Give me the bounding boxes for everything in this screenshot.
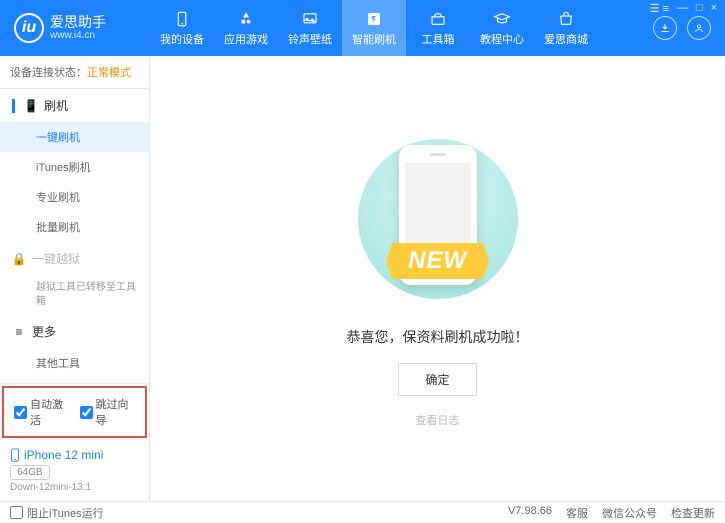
minimize-icon[interactable]: —: [677, 2, 688, 15]
check-auto-activate[interactable]: 自动激活: [14, 396, 70, 428]
device-info: Down-12mini-13,1: [10, 482, 139, 493]
nav-my-device[interactable]: 我的设备: [150, 0, 214, 56]
menu-head-flash[interactable]: 📱 刷机: [0, 89, 149, 122]
menu-group-more: ≡ 更多 其他工具 下载固件 高级功能: [0, 315, 149, 383]
lock-icon: 🔒: [12, 252, 26, 266]
nav-store[interactable]: 爱思商城: [534, 0, 598, 56]
sidebar: 设备连接状态：正常模式 📱 刷机 一键刷机 iTunes刷机 专业刷机 批量刷机…: [0, 56, 150, 501]
maximize-icon[interactable]: □: [696, 2, 703, 15]
menu-item-other-tools[interactable]: 其他工具: [0, 348, 149, 378]
user-button[interactable]: [687, 16, 711, 40]
confirm-button[interactable]: 确定: [398, 363, 476, 396]
wechat-link[interactable]: 微信公众号: [602, 505, 657, 521]
device-storage: 64GB: [10, 465, 50, 480]
version-label: V7.98.66: [508, 505, 552, 521]
app-url: www.i4.cn: [50, 30, 106, 42]
tutorial-icon: [493, 10, 511, 28]
nav-toolbox[interactable]: 工具箱: [406, 0, 470, 56]
download-button[interactable]: [653, 16, 677, 40]
close-icon[interactable]: ×: [711, 2, 717, 15]
success-message: 恭喜您，保资料刷机成功啦！: [347, 327, 529, 347]
device-name: iPhone 12 mini: [10, 448, 139, 462]
customer-service-link[interactable]: 客服: [566, 505, 588, 521]
app-name: 爱思助手: [50, 14, 106, 31]
main-content: NEW 恭喜您，保资料刷机成功啦！ 确定 查看日志: [150, 56, 725, 501]
header-actions: [653, 16, 725, 40]
options-highlight: 自动激活 跳过向导: [2, 386, 147, 438]
success-illustration: NEW: [328, 129, 548, 309]
window-controls: ☰ ≡ — □ ×: [650, 0, 725, 15]
sidebar-menu: 📱 刷机 一键刷机 iTunes刷机 专业刷机 批量刷机 🔒 一键越狱 越狱工具…: [0, 89, 149, 383]
check-skip-guide[interactable]: 跳过向导: [80, 396, 136, 428]
top-nav: 我的设备 应用游戏 铃声壁纸 智能刷机 工具箱 教程中心 爱思商城: [150, 0, 653, 56]
phone-icon: 📱: [24, 99, 38, 113]
menu-item-one-key-flash[interactable]: 一键刷机: [0, 122, 149, 152]
app-header: ☰ ≡ — □ × iu 爱思助手 www.i4.cn 我的设备 应用游戏 铃声…: [0, 0, 725, 56]
sidebar-bottom: 自动激活 跳过向导 iPhone 12 mini 64GB Down-12min…: [0, 383, 149, 501]
menu-item-batch-flash[interactable]: 批量刷机: [0, 212, 149, 242]
toolbox-icon: [429, 10, 447, 28]
store-icon: [557, 10, 575, 28]
device-icon: [173, 10, 191, 28]
connection-status: 设备连接状态：正常模式: [0, 56, 149, 89]
nav-ringtone-wallpaper[interactable]: 铃声壁纸: [278, 0, 342, 56]
nav-tutorials[interactable]: 教程中心: [470, 0, 534, 56]
logo: iu 爱思助手 www.i4.cn: [0, 13, 150, 43]
menu-head-jailbreak[interactable]: 🔒 一键越狱: [0, 242, 149, 275]
view-log-link[interactable]: 查看日志: [416, 412, 460, 428]
menu-head-more[interactable]: ≡ 更多: [0, 315, 149, 348]
connected-device[interactable]: iPhone 12 mini 64GB Down-12mini-13,1: [0, 440, 149, 501]
apps-icon: [237, 10, 255, 28]
menu-item-pro-flash[interactable]: 专业刷机: [0, 182, 149, 212]
check-update-link[interactable]: 检查更新: [671, 505, 715, 521]
menu-group-flash: 📱 刷机 一键刷机 iTunes刷机 专业刷机 批量刷机: [0, 89, 149, 242]
jailbreak-note: 越狱工具已转移至工具箱: [0, 275, 149, 315]
phone-small-icon: [10, 448, 20, 462]
app-body: 设备连接状态：正常模式 📱 刷机 一键刷机 iTunes刷机 专业刷机 批量刷机…: [0, 56, 725, 501]
flash-icon: [365, 10, 383, 28]
logo-icon: iu: [14, 13, 44, 43]
menu-icon[interactable]: ☰ ≡: [650, 2, 669, 15]
more-icon: ≡: [12, 325, 26, 339]
wallpaper-icon: [301, 10, 319, 28]
menu-item-itunes-flash[interactable]: iTunes刷机: [0, 152, 149, 182]
nav-apps-games[interactable]: 应用游戏: [214, 0, 278, 56]
nav-smart-flash[interactable]: 智能刷机: [342, 0, 406, 56]
block-itunes-check[interactable]: 阻止iTunes运行: [10, 505, 104, 521]
menu-group-jailbreak: 🔒 一键越狱 越狱工具已转移至工具箱: [0, 242, 149, 315]
status-bar-footer: 阻止iTunes运行 V7.98.66 客服 微信公众号 检查更新: [0, 501, 725, 523]
new-banner: NEW: [386, 243, 489, 279]
